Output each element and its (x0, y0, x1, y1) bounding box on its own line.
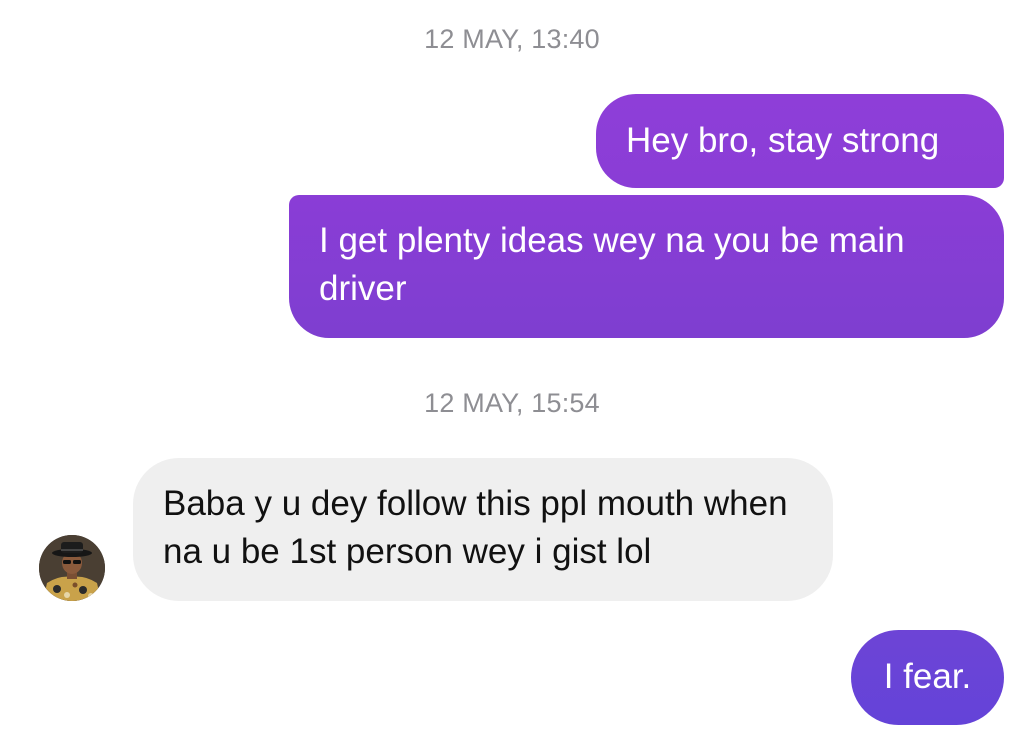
message-timestamp: 12 MAY, 13:40 (424, 24, 600, 54)
message-text: I fear. (883, 657, 972, 696)
incoming-message-bubble[interactable]: Baba y u dey follow this ppl mouth when … (133, 458, 833, 601)
outgoing-message-bubble[interactable]: I fear. (851, 630, 1004, 725)
outgoing-message-bubble[interactable]: I get plenty ideas wey na you be main dr… (289, 195, 1004, 338)
contact-avatar[interactable] (39, 535, 105, 601)
message-text: I get plenty ideas wey na you be main dr… (319, 221, 905, 308)
outgoing-message-bubble[interactable]: Hey bro, stay strong (596, 94, 1004, 188)
message-text: Hey bro, stay strong (626, 121, 940, 160)
avatar-image-icon (39, 535, 105, 601)
message-text: Baba y u dey follow this ppl mouth when … (163, 484, 788, 571)
message-timestamp: 12 MAY, 15:54 (424, 388, 600, 418)
